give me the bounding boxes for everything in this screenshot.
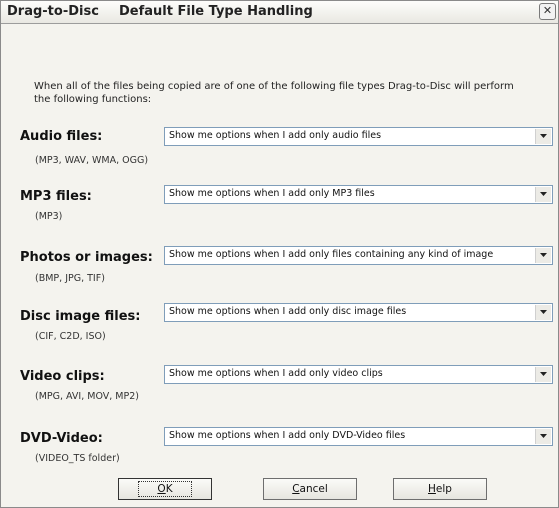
extensions-photos-or-images: (BMP, JPG, TIF)	[35, 273, 105, 284]
disc-image-files-select-value: Show me options when I add only disc ima…	[169, 306, 407, 317]
extensions-mp3-files: (MP3)	[35, 211, 63, 222]
label-dvd-video: DVD-Video:	[20, 431, 103, 446]
dvd-video-select-value: Show me options when I add only DVD-Vide…	[169, 430, 406, 441]
ok-button-focus: OK	[138, 481, 192, 497]
chevron-down-icon[interactable]	[535, 429, 551, 444]
ok-button[interactable]: OK	[118, 478, 212, 500]
close-icon[interactable]: ✕	[539, 3, 556, 20]
audio-files-select-value: Show me options when I add only audio fi…	[169, 130, 382, 141]
cancel-mnemonic: C	[292, 483, 300, 495]
extensions-disc-image-files: (CIF, C2D, ISO)	[35, 331, 106, 342]
label-mp3-files: MP3 files:	[20, 189, 92, 204]
chevron-down-icon[interactable]	[535, 305, 551, 320]
title-bar: Drag-to-Disc Default File Type Handling …	[1, 1, 558, 24]
video-clips-select-value: Show me options when I add only video cl…	[169, 368, 383, 379]
help-mnemonic: H	[428, 483, 436, 495]
extensions-dvd-video: (VIDEO_TS folder)	[35, 453, 120, 464]
chevron-down-icon[interactable]	[535, 129, 551, 144]
tab-drag-to-disc[interactable]: Drag-to-Disc	[7, 4, 99, 19]
ok-mnemonic: O	[157, 483, 166, 495]
help-button[interactable]: Help	[393, 478, 487, 500]
mp3-files-select-value: Show me options when I add only MP3 file…	[169, 188, 375, 199]
chevron-down-icon[interactable]	[535, 248, 551, 263]
disc-image-files-select[interactable]: Show me options when I add only disc ima…	[164, 303, 553, 322]
audio-files-select[interactable]: Show me options when I add only audio fi…	[164, 127, 553, 146]
extensions-audio-files: (MP3, WAV, WMA, OGG)	[35, 155, 149, 166]
tab-default-file-type-handling[interactable]: Default File Type Handling	[119, 4, 313, 19]
video-clips-select[interactable]: Show me options when I add only video cl…	[164, 365, 553, 384]
label-video-clips: Video clips:	[20, 369, 105, 384]
dvd-video-select[interactable]: Show me options when I add only DVD-Vide…	[164, 427, 553, 446]
label-audio-files: Audio files:	[20, 129, 103, 144]
dialog-window: Drag-to-Disc Default File Type Handling …	[0, 0, 559, 508]
extensions-video-clips: (MPG, AVI, MOV, MP2)	[35, 391, 139, 402]
photos-or-images-select-value: Show me options when I add only files co…	[169, 249, 494, 260]
intro-text: When all of the files being copied are o…	[34, 81, 514, 105]
photos-or-images-select[interactable]: Show me options when I add only files co…	[164, 246, 553, 265]
cancel-button[interactable]: Cancel	[263, 478, 357, 500]
mp3-files-select[interactable]: Show me options when I add only MP3 file…	[164, 185, 553, 204]
label-photos-or-images: Photos or images:	[20, 250, 153, 265]
chevron-down-icon[interactable]	[535, 367, 551, 382]
chevron-down-icon[interactable]	[535, 187, 551, 202]
label-disc-image-files: Disc image files:	[20, 309, 141, 324]
